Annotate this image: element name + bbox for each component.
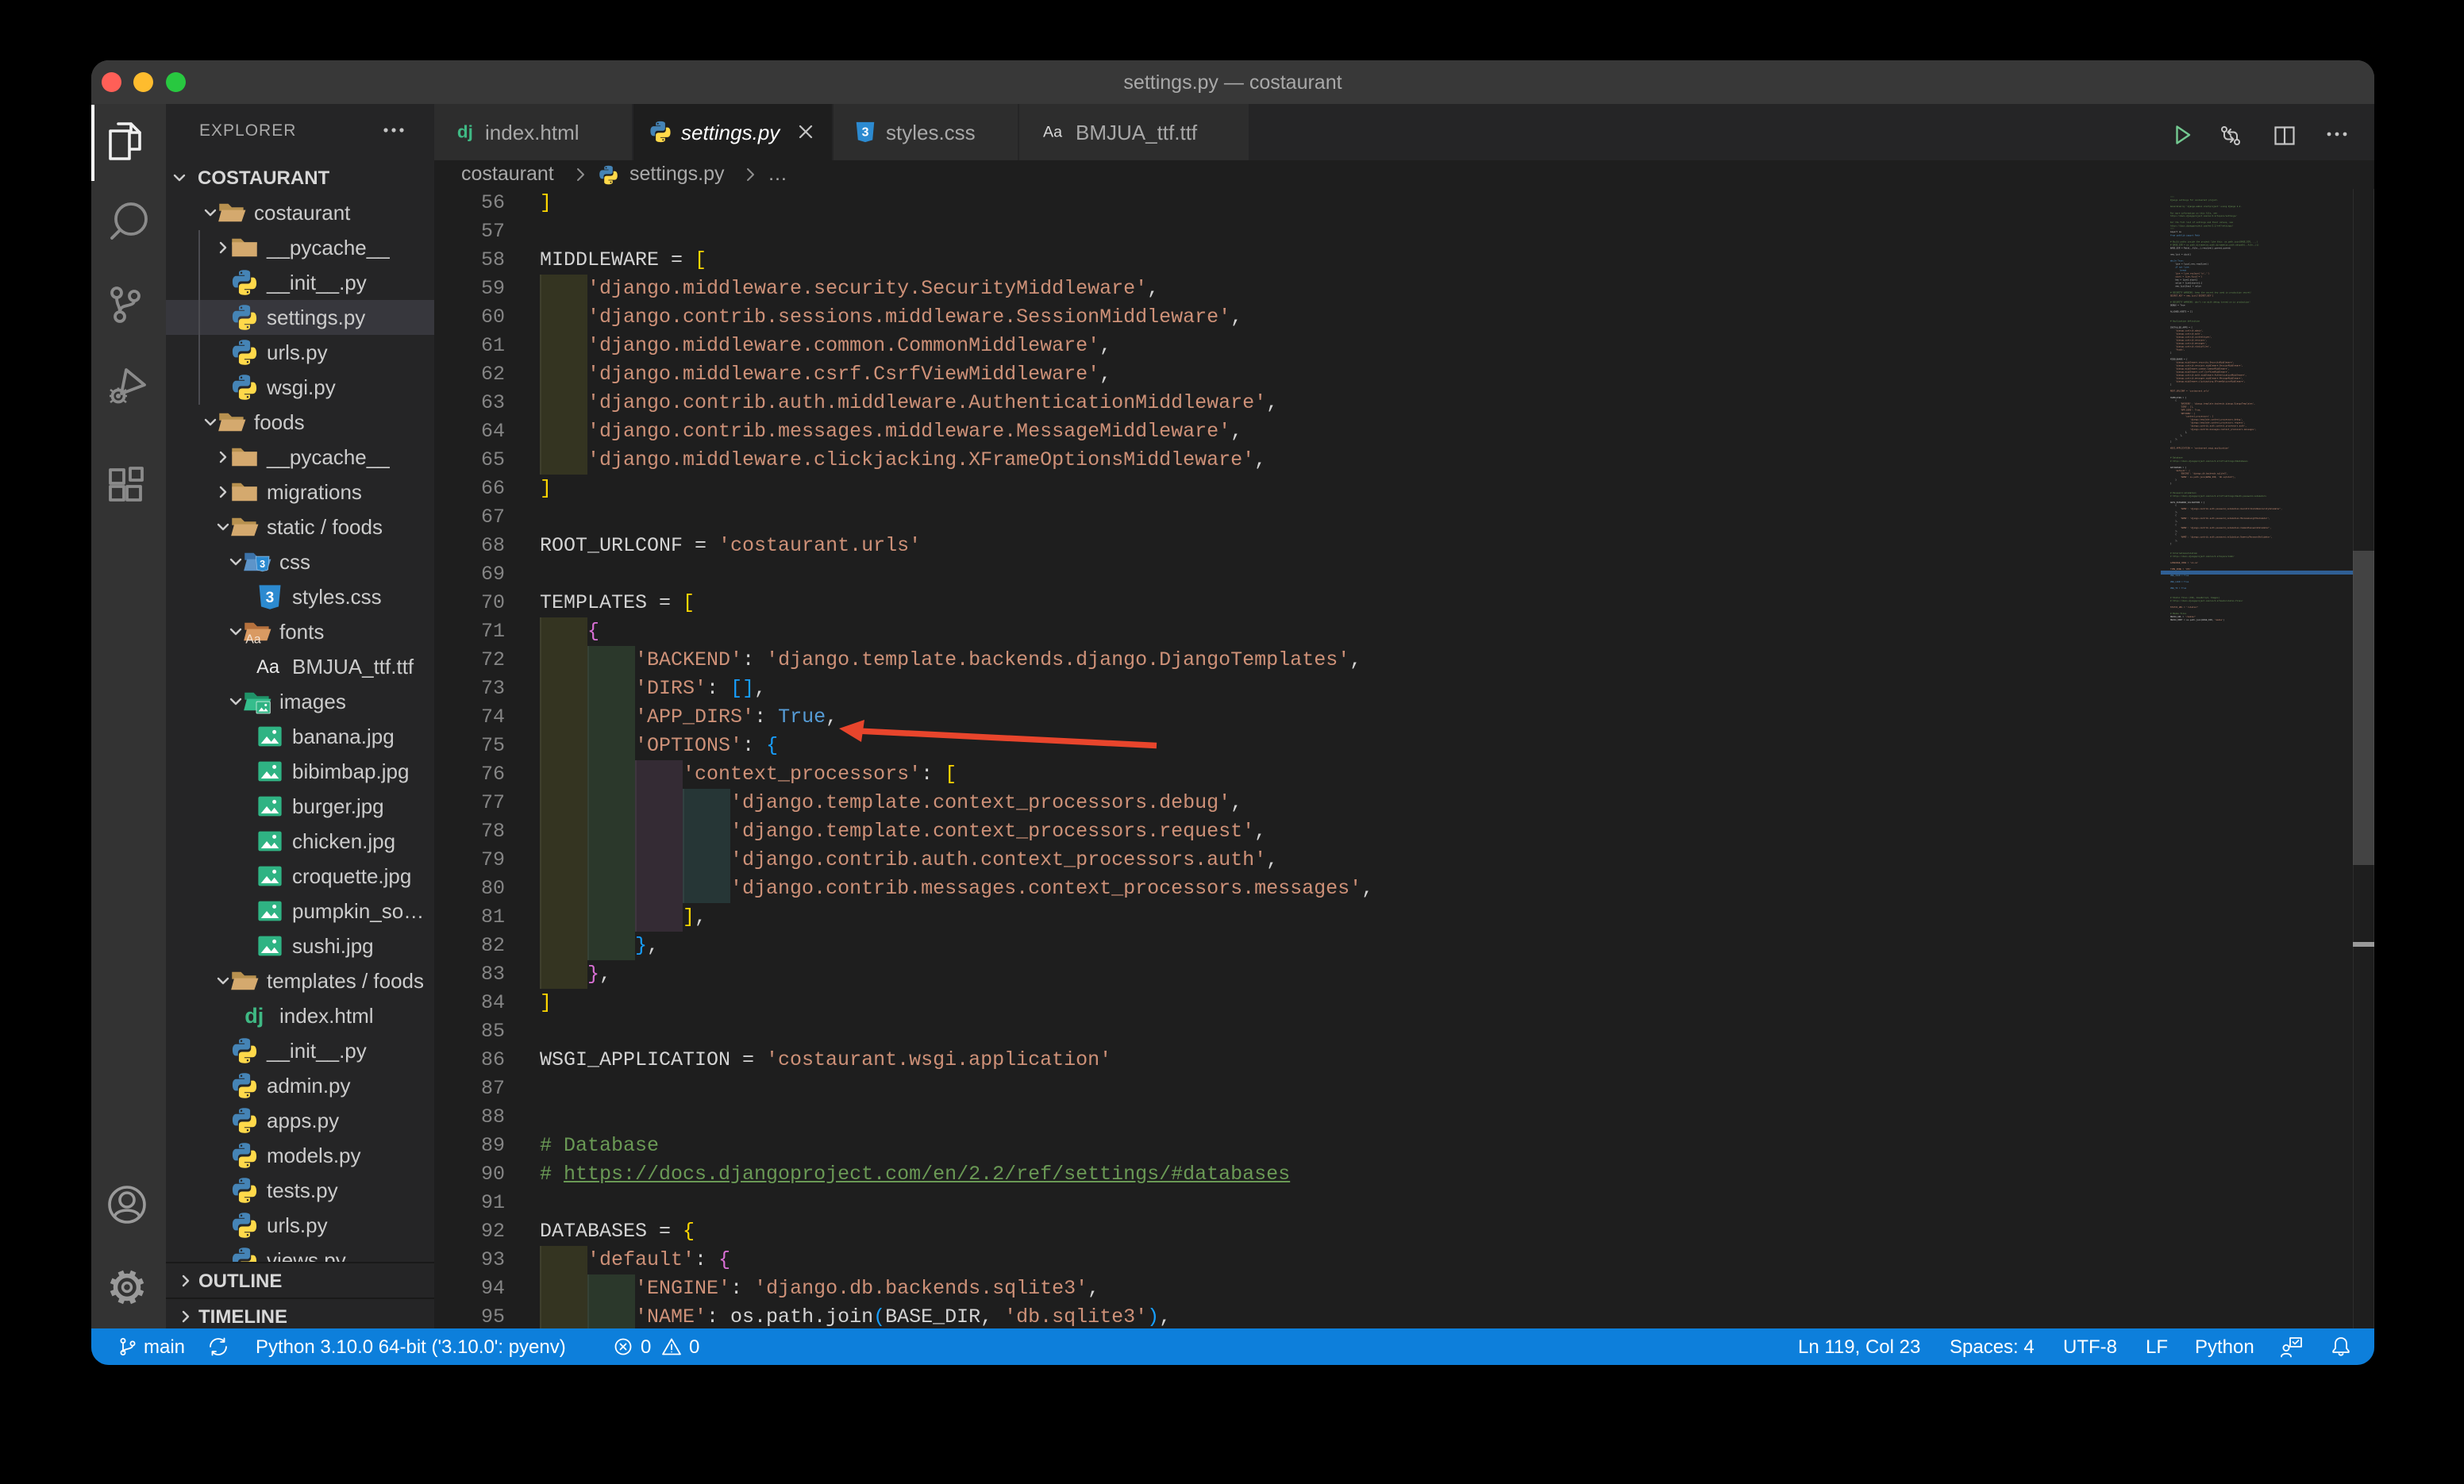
svg-text:3: 3: [260, 559, 265, 570]
svg-text:3: 3: [862, 126, 869, 140]
svg-text:3: 3: [266, 590, 275, 606]
svg-text:dj: dj: [457, 122, 473, 142]
svg-text:Aa: Aa: [245, 633, 261, 647]
svg-text:Aa: Aa: [256, 657, 280, 678]
svg-text:dj: dj: [244, 1004, 264, 1028]
svg-text:Aa: Aa: [1043, 124, 1062, 141]
